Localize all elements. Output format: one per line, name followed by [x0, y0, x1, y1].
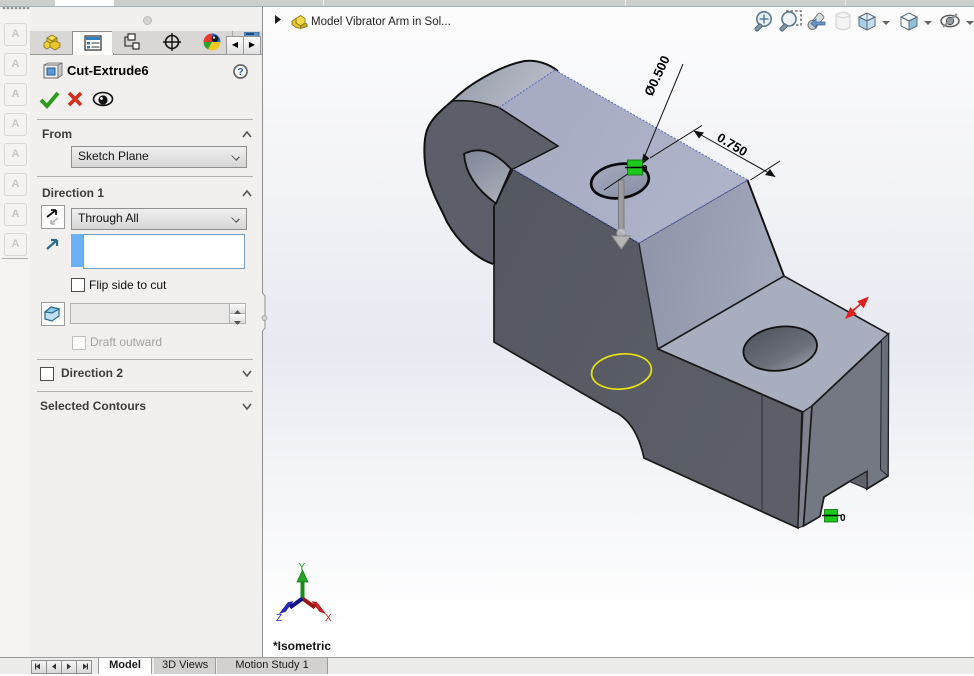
svg-text:*Isometric: *Isometric [273, 639, 331, 653]
svg-text:Z: Z [276, 613, 282, 624]
svg-text:X: X [325, 613, 332, 624]
svg-text:0: 0 [840, 513, 846, 524]
svg-text:Y: Y [299, 562, 306, 573]
svg-text:?: ? [237, 66, 243, 78]
svg-text:0: 0 [642, 164, 648, 175]
svg-text:Model Vibrator Arm in Sol...: Model Vibrator Arm in Sol... [311, 16, 451, 28]
